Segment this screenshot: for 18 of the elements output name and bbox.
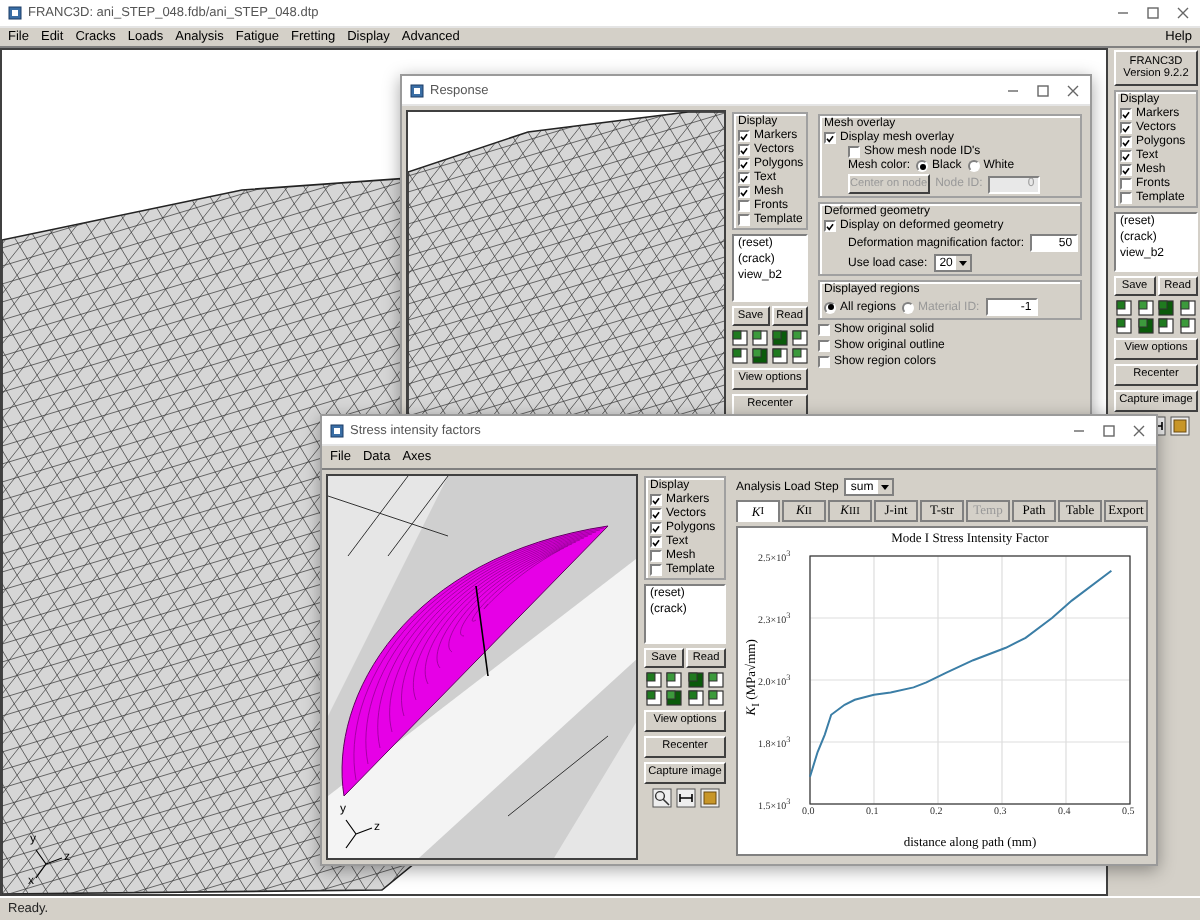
check-icon <box>826 133 834 143</box>
app-icon <box>330 423 344 437</box>
fit-width-icon[interactable] <box>675 788 695 808</box>
dropdown-arrow-icon[interactable] <box>877 480 892 494</box>
image-icon[interactable] <box>1170 416 1190 436</box>
radio-dot-icon <box>827 304 833 310</box>
dropdown-arrow-icon[interactable] <box>956 256 971 270</box>
window-controls-icon[interactable] <box>1072 423 1148 437</box>
app-icon <box>8 6 22 20</box>
radio-dot-icon <box>919 163 926 169</box>
app-icon <box>410 83 424 97</box>
axis-triad-icon <box>340 816 376 852</box>
image-icon[interactable] <box>699 788 719 808</box>
check-icon <box>826 221 834 231</box>
axis-triad-icon <box>30 846 66 882</box>
zoom-icon[interactable] <box>651 788 671 808</box>
window-controls-icon[interactable] <box>1006 83 1082 97</box>
window-controls-icon[interactable] <box>1116 6 1192 20</box>
